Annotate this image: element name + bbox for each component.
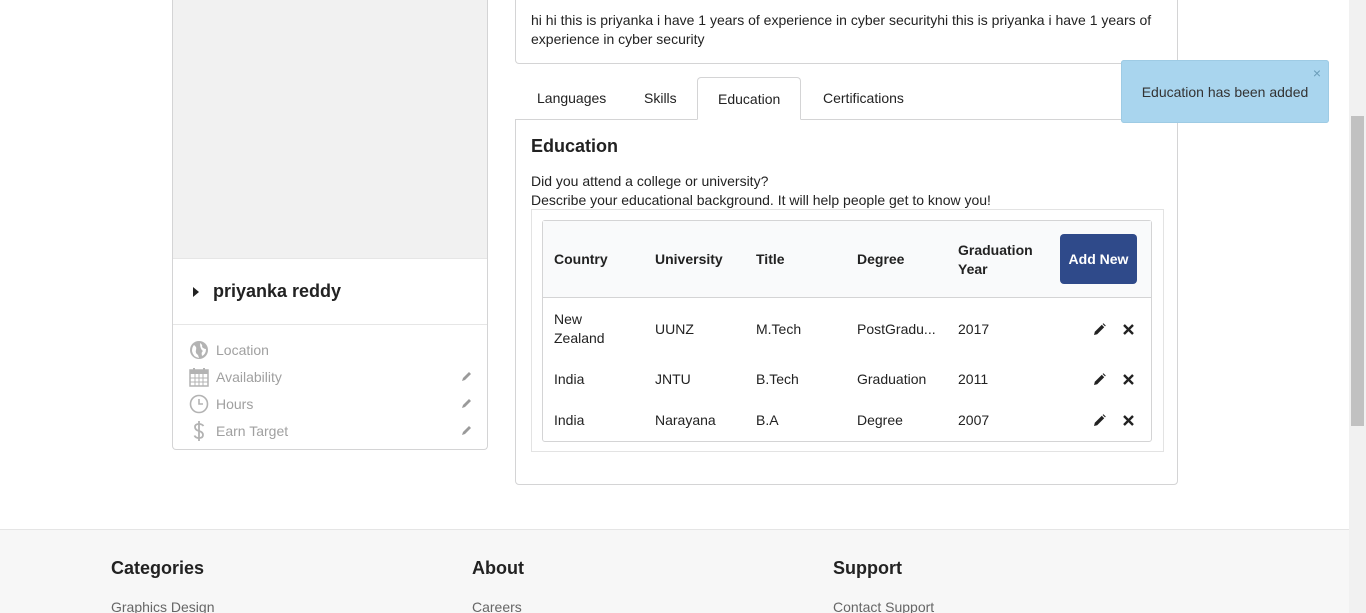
page-scrollbar[interactable] [1349,0,1366,613]
delete-icon[interactable] [1123,359,1134,400]
cell-title: B.Tech [756,371,799,387]
footer-column-categories: Categories Graphics Design [111,558,215,613]
profile-photo [173,0,487,259]
dollar-icon [189,420,209,441]
cell-university: Narayana [655,412,716,428]
cell-university: JNTU [655,371,691,387]
cell-title: M.Tech [756,320,802,337]
footer-column-about: About Careers [472,558,524,613]
section-title: Education [531,136,619,156]
profile-name-toggle[interactable]: priyanka reddy [173,259,487,325]
tab-education[interactable]: Education [697,77,802,120]
delete-icon[interactable] [1123,400,1134,441]
add-new-button[interactable]: Add New [1060,234,1137,284]
pencil-icon[interactable] [461,369,473,381]
toast-message: Education has been added [1141,83,1309,100]
education-table: Country University Title Degree Graduati… [542,220,1152,442]
section-description: Did you attend a college or university? … [531,172,991,210]
close-icon[interactable]: × [1313,65,1321,81]
summary-text: hi hi this is priyanka i have 1 years of… [531,12,1152,47]
calendar-icon [189,367,209,387]
scrollbar-thumb[interactable] [1351,116,1364,426]
pencil-icon[interactable] [1093,299,1106,359]
cell-degree: PostGradu... [857,320,936,337]
cell-country: New Zealand [554,311,605,346]
delete-icon[interactable] [1123,299,1134,359]
toast-notification: × Education has been added [1121,60,1329,123]
footer-heading: About [472,558,524,578]
meta-hours: Hours [173,390,487,417]
meta-label: Location [216,341,269,358]
table-header: Country University Title Degree Graduati… [543,221,1151,298]
globe-icon [189,340,209,360]
meta-label: Availability [216,368,282,385]
column-header-degree: Degree [857,251,905,267]
footer-heading: Categories [111,558,205,578]
cell-degree: Graduation [857,371,927,387]
cell-degree: Degree [857,412,903,428]
footer-heading: Support [833,558,902,578]
column-header-university: University [655,251,723,267]
pencil-icon[interactable] [1093,400,1106,441]
pencil-icon[interactable] [1093,359,1106,400]
profile-card: priyanka reddy Location Availability Hou… [172,0,488,450]
education-table-wrapper: Country University Title Degree Graduati… [531,209,1164,452]
tab-skills[interactable]: Skills [624,77,697,120]
profile-summary: hi hi this is priyanka i have 1 years of… [515,0,1178,64]
footer: Categories Graphics Design About Careers… [0,529,1349,613]
footer-link[interactable]: Graphics Design [111,599,215,613]
education-panel: Education Did you attend a college or un… [515,119,1178,485]
meta-label: Hours [216,395,254,412]
clock-icon [189,394,209,414]
footer-link[interactable]: Contact Support [833,599,934,613]
profile-tabs: Languages Skills Education Certification… [515,77,1178,120]
footer-link[interactable]: Careers [472,599,524,613]
cell-title: B.A [756,412,779,428]
meta-earn-target: Earn Target [173,417,487,444]
meta-availability: Availability [173,363,487,390]
profile-meta-list: Location Availability Hours Earn Target [173,325,487,444]
column-header-title: Title [756,251,785,267]
pencil-icon[interactable] [461,423,473,435]
tab-languages[interactable]: Languages [517,77,626,120]
tab-certifications[interactable]: Certifications [803,77,924,120]
column-header-graduation-year: Graduation Year [958,241,1033,277]
section-question: Did you attend a college or university? [531,173,769,189]
cell-country: India [554,412,585,428]
profile-name: priyanka reddy [213,281,342,301]
cell-year: 2007 [958,412,990,428]
meta-label: Earn Target [216,422,289,439]
meta-location: Location [173,336,487,363]
cell-year: 2011 [958,371,989,387]
cell-university: UUNZ [655,320,694,337]
table-row: New Zealand UUNZ M.Tech PostGradu... 201… [543,299,1151,359]
table-row: India Narayana B.A Degree 2007 [543,400,1151,441]
cell-year: 2017 [958,320,990,337]
caret-right-icon [193,286,199,297]
table-row: India JNTU B.Tech Graduation 2011 [543,359,1151,400]
cell-country: India [554,371,585,387]
footer-column-support: Support Contact Support [833,558,934,613]
pencil-icon[interactable] [461,396,473,408]
section-help-text: Describe your educational background. It… [531,192,991,208]
column-header-country: Country [554,251,608,267]
